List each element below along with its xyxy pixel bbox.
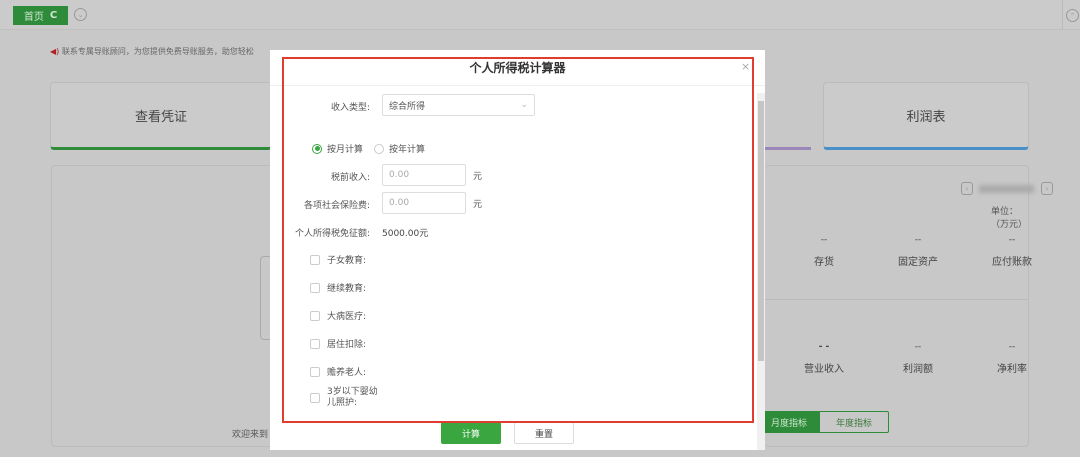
welcome-panel: 欢迎来到: [51, 165, 281, 447]
stat-profit: -- 利润额: [903, 342, 933, 375]
tab-yearly-indicators[interactable]: 年度指标: [819, 411, 889, 433]
date-blurred: [979, 185, 1034, 193]
reset-button[interactable]: 重置: [514, 422, 574, 444]
card-label: 利润表: [906, 109, 946, 125]
tab-home[interactable]: 首页 C: [13, 6, 68, 25]
stat-net-margin: -- 净利率: [997, 342, 1027, 375]
card-accent: [765, 147, 811, 150]
prev-icon[interactable]: ‹: [961, 182, 973, 195]
card-label: 查看凭证: [134, 109, 187, 125]
stat-accounts-payable: -- 应付账款: [992, 235, 1032, 268]
refresh-icon[interactable]: C: [50, 10, 57, 21]
scrollbar-thumb[interactable]: [758, 101, 764, 361]
view-voucher-card[interactable]: 查看凭证: [50, 82, 272, 150]
calculate-button[interactable]: 计算: [441, 422, 501, 444]
speaker-icon: ◀): [50, 47, 60, 56]
tab-monthly-indicators[interactable]: 月度指标: [759, 411, 819, 433]
highlight-box: [282, 57, 754, 423]
scrollbar[interactable]: [757, 93, 765, 450]
divider: [1062, 0, 1063, 30]
stat-fixed-assets: -- 固定资产: [898, 235, 938, 268]
tab-bar: 首页 C ⌄ ⌃: [0, 0, 1080, 30]
next-icon[interactable]: ›: [1041, 182, 1053, 195]
collapse-up-icon[interactable]: ⌃: [1066, 9, 1079, 22]
chevron-down-icon[interactable]: ⌄: [74, 8, 87, 21]
indicators-panel: ‹ › 单位：（万元） -- 存货 -- 固定资产 -- 应付账款 - - 营业收入 -…: [759, 165, 1053, 447]
notice-bar[interactable]: ◀) 联系专属导账顾问，为您提供免费导账服务，助您轻松: [50, 46, 254, 57]
unit-label: 单位：（万元）: [991, 207, 1028, 230]
stat-revenue: - - 营业收入: [804, 342, 844, 375]
income-statement-card[interactable]: 利润表: [823, 82, 1029, 150]
tab-home-label: 首页: [23, 12, 44, 23]
welcome-text: 欢迎来到: [232, 430, 269, 440]
divider: [765, 299, 1029, 300]
notice-text: 联系专属导账顾问，为您提供免费导账服务，助您轻松: [61, 47, 254, 56]
stat-inventory: -- 存货: [814, 235, 834, 268]
